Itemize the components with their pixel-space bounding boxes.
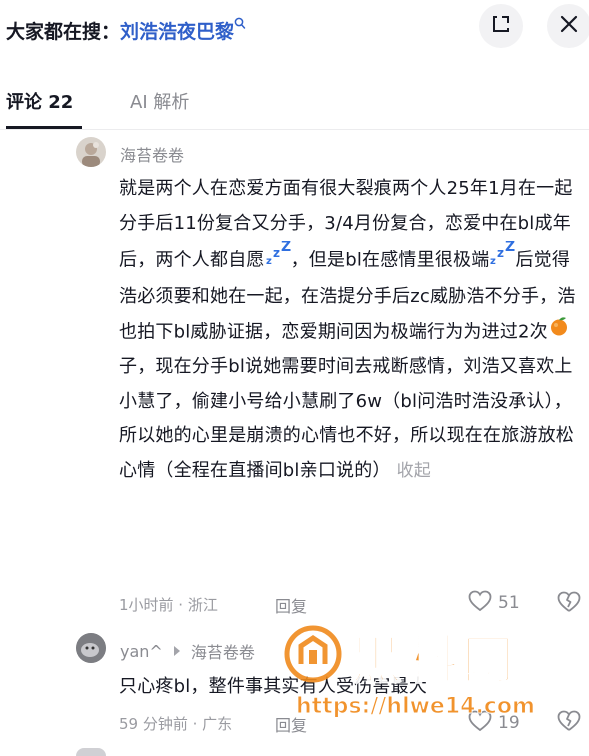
comment-author[interactable]: 海苔卷卷 — [120, 142, 184, 166]
svg-text:Z: Z — [281, 241, 291, 255]
broken-heart-icon — [556, 591, 582, 617]
tab-comments[interactable]: 评论 22 — [6, 88, 73, 114]
svg-text:z: z — [273, 246, 280, 260]
heart-icon — [468, 710, 492, 736]
comment-author[interactable]: yan^ — [120, 642, 163, 661]
search-icon — [234, 17, 246, 34]
fullscreen-icon — [491, 14, 511, 38]
reply-button[interactable]: 回复 — [275, 712, 307, 736]
search-prefix-label: 大家都在搜： — [6, 21, 121, 43]
sleepy-zzz-icon: zzZ — [265, 239, 291, 280]
comment-time-location: 1小时前 · 浙江 — [119, 596, 218, 614]
search-term-link[interactable]: 刘浩浩夜巴黎 — [120, 21, 234, 43]
comment-text-part: ，但是bl在感情里很极端 — [290, 249, 490, 271]
comment-body: 只心疼bl，整件事其实有人受伤害最大 — [119, 670, 581, 705]
broken-heart-icon — [556, 710, 582, 736]
search-suggestion[interactable]: 大家都在搜：刘浩浩夜巴黎 — [6, 17, 246, 44]
close-button[interactable] — [547, 4, 589, 48]
reply-arrow-icon — [171, 642, 183, 661]
reply-button[interactable]: 回复 — [275, 593, 307, 617]
svg-text:z: z — [490, 256, 496, 267]
sleepy-zzz-icon: zzZ — [489, 239, 515, 280]
comment-text-part: 子，现在分手bl说她需要时间去戒断感情，刘浩又喜欢上小慧了，偷建小号给小慧刷了6… — [119, 355, 574, 481]
like-count: 19 — [498, 713, 520, 733]
comment-text: 只心疼bl，整件事其实有人受伤害最大 — [119, 676, 428, 697]
tab-ai-analysis[interactable]: AI 解析 — [130, 88, 189, 114]
reply-to-author[interactable]: 海苔卷卷 — [191, 639, 255, 663]
dislike-button[interactable] — [556, 710, 582, 736]
avatar[interactable] — [76, 137, 106, 167]
svg-text:z: z — [266, 256, 272, 267]
close-icon — [560, 15, 578, 37]
comment-author-line: yan^ 海苔卷卷 — [120, 639, 255, 663]
dislike-button[interactable] — [556, 591, 582, 617]
orange-icon — [548, 315, 570, 350]
like-button[interactable]: 51 — [468, 590, 520, 616]
fullscreen-button[interactable] — [479, 4, 523, 48]
avatar[interactable] — [76, 633, 106, 663]
svg-text:Z: Z — [505, 241, 515, 255]
comment-body: 就是两个人在恋爱方面有很大裂痕两个人25年1月在一起分手后11份复合又分手，3/… — [119, 172, 581, 489]
collapse-button[interactable]: 收起 — [397, 461, 431, 481]
heart-icon — [468, 590, 492, 616]
like-button[interactable]: 19 — [468, 710, 520, 736]
comment-time-location: 59 分钟前 · 广东 — [119, 715, 233, 733]
tab-divider — [0, 129, 589, 130]
next-comment-avatar-partial — [76, 748, 106, 756]
svg-text:z: z — [497, 246, 504, 260]
like-count: 51 — [498, 593, 520, 613]
